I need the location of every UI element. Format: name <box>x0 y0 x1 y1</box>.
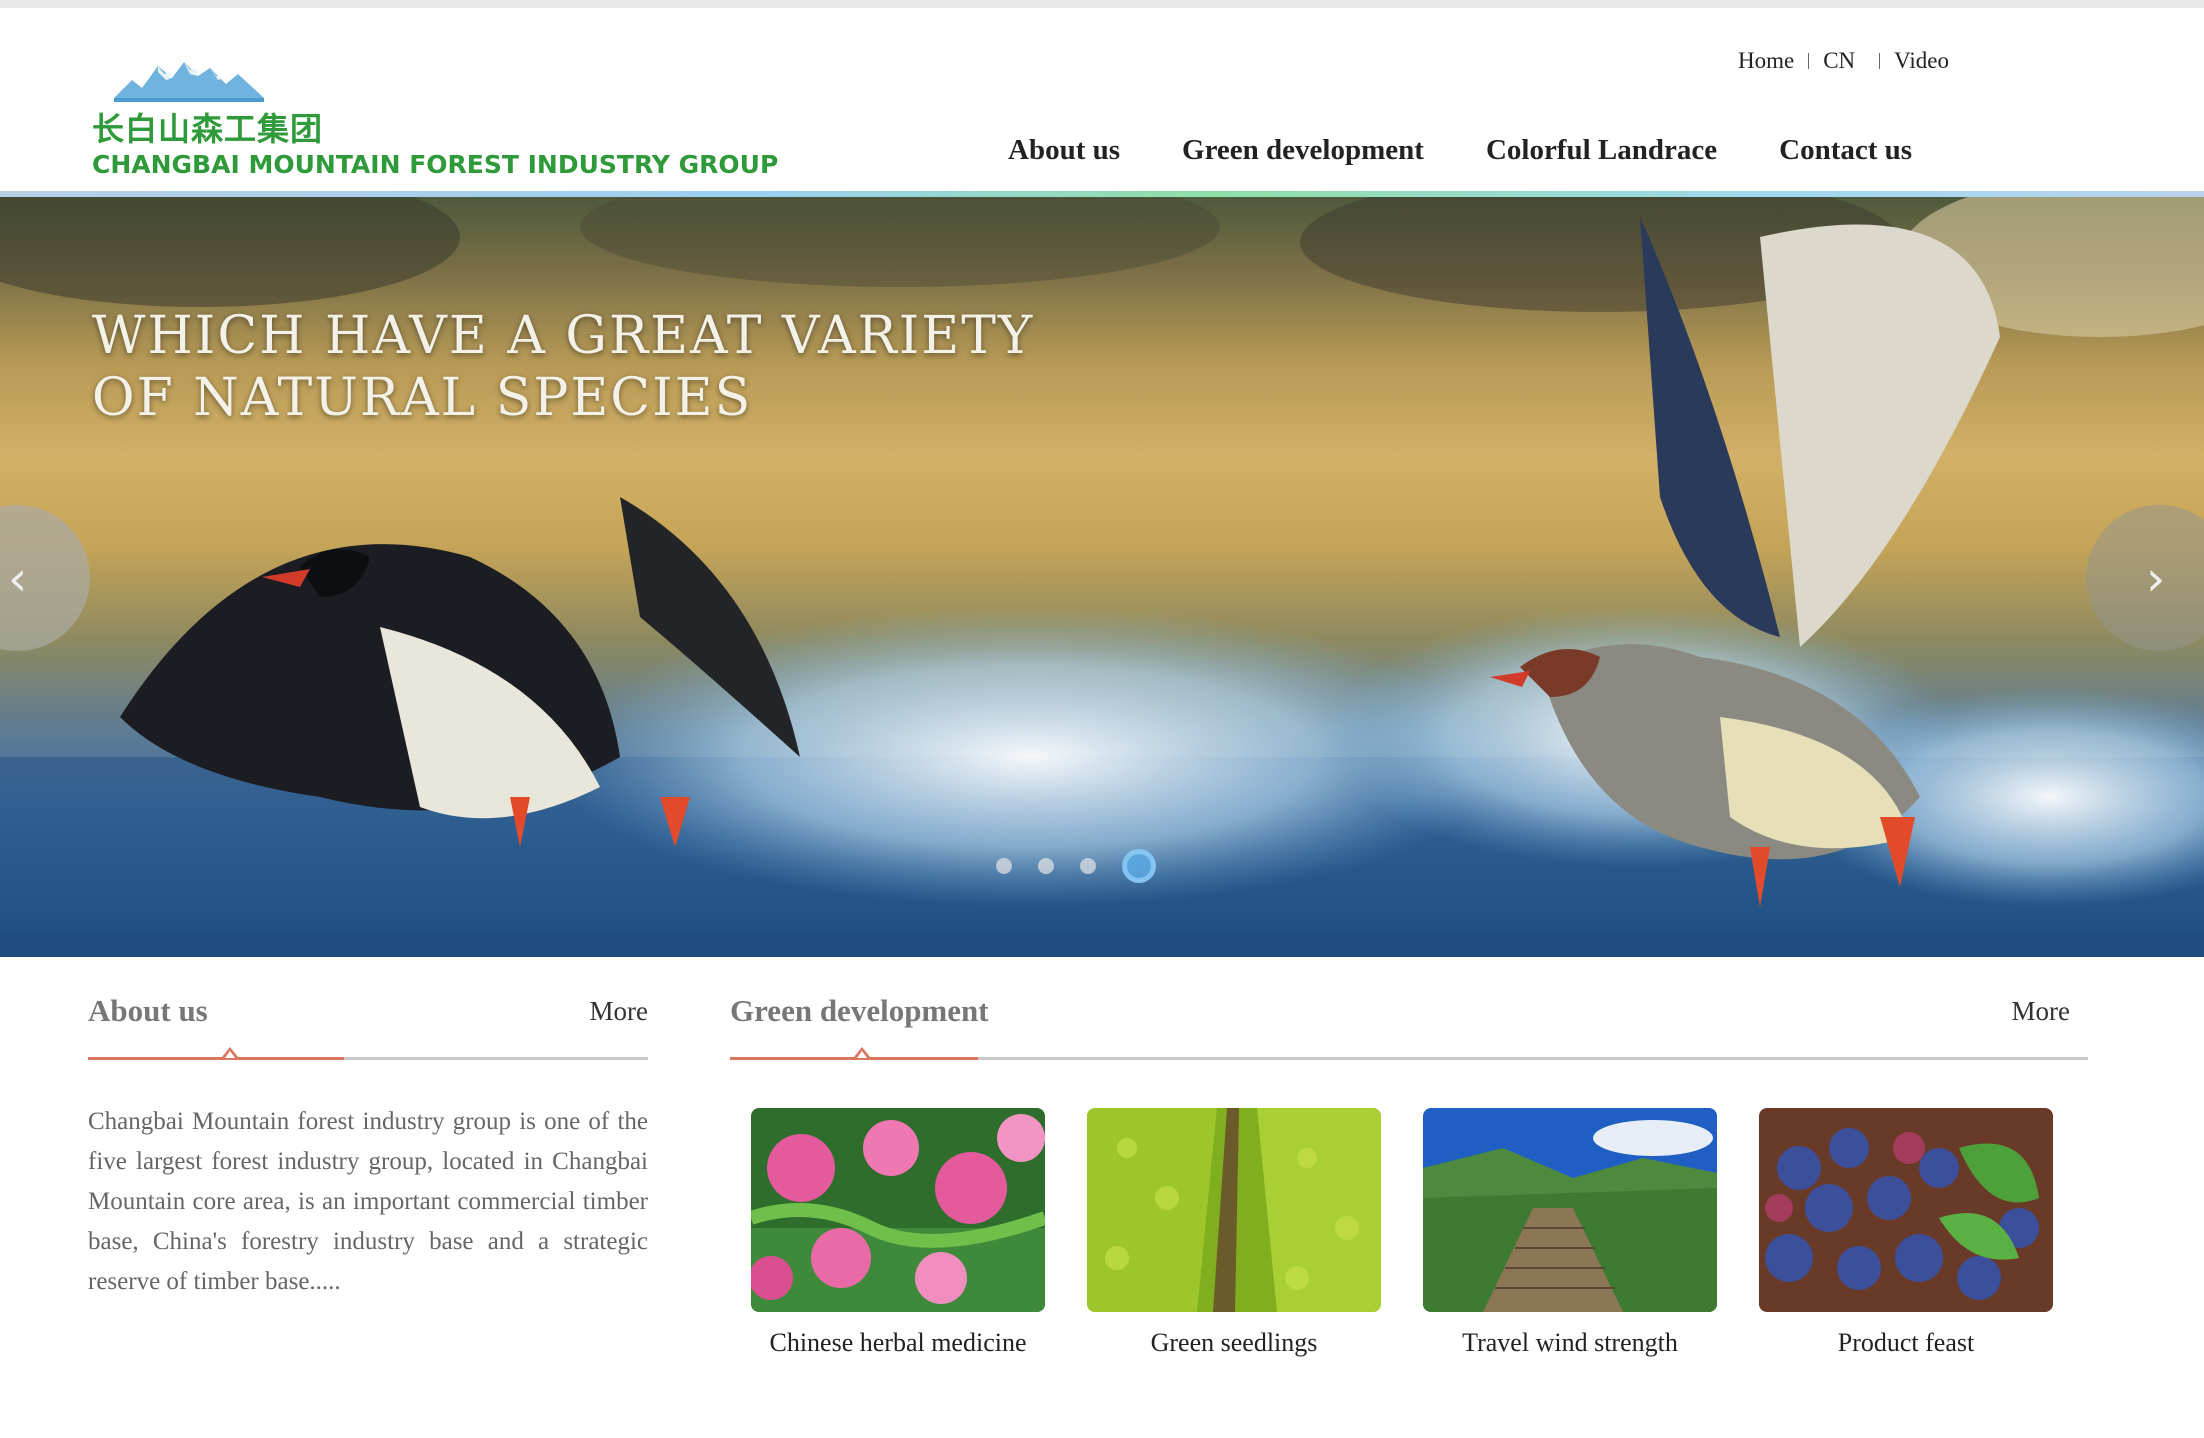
chevron-left-icon: ‹ <box>8 551 28 607</box>
about-title: About us <box>88 993 208 1028</box>
carousel-dot-2[interactable] <box>1038 858 1054 874</box>
logo-chinese-text: 长白山森工集团 <box>92 110 324 148</box>
nav-green-development[interactable]: Green development <box>1182 134 1424 167</box>
card-label: Chinese herbal medicine <box>769 1328 1027 1357</box>
travel-image <box>1423 1108 1717 1312</box>
carousel-dot-4-active[interactable] <box>1122 849 1156 883</box>
card-label: Green seedlings <box>1150 1328 1318 1357</box>
mountain-logo-icon <box>114 62 264 102</box>
cn-link[interactable]: CN <box>1823 48 1855 74</box>
about-more-link[interactable]: More <box>590 996 648 1027</box>
site-logo[interactable]: 长白山森工集团 CHANGBAI MOUNTAIN FOREST INDUSTR… <box>92 58 778 188</box>
divider <box>1808 53 1810 69</box>
main-nav: About us Green development Colorful Land… <box>1008 128 1912 172</box>
green-title: Green development <box>730 993 989 1028</box>
site-header: 长白山森工集团 CHANGBAI MOUNTAIN FOREST INDUSTR… <box>0 8 2204 194</box>
card-product-feast[interactable]: Product feast <box>1759 1108 2053 1358</box>
home-link[interactable]: Home <box>1738 48 1794 74</box>
green-more-link[interactable]: More <box>2012 996 2070 1027</box>
chevron-right-icon: › <box>2146 551 2166 607</box>
card-label: Travel wind strength <box>1462 1328 1678 1357</box>
about-divider <box>88 1047 648 1060</box>
green-section-header: Green development More <box>730 986 2070 1036</box>
caption-line-1: WHICH HAVE A GREAT VARIETY <box>92 306 1035 366</box>
video-link[interactable]: Video <box>1894 48 1949 74</box>
carousel-dot-3[interactable] <box>1080 858 1096 874</box>
top-links: Home CN Video <box>1738 44 1949 78</box>
green-cards: Chinese herbal medicine Green seedlings <box>751 1108 2053 1358</box>
hero-carousel[interactable]: WHICH HAVE A GREAT VARIETY OF NATURAL SP… <box>0 197 2204 957</box>
carousel-dot-1[interactable] <box>996 858 1012 874</box>
card-green-seedlings[interactable]: Green seedlings <box>1087 1108 1381 1358</box>
product-feast-image <box>1759 1108 2053 1312</box>
banner-caption: WHICH HAVE A GREAT VARIETY OF NATURAL SP… <box>92 305 1034 429</box>
nav-colorful-landrace[interactable]: Colorful Landrace <box>1486 134 1717 167</box>
card-label: Product feast <box>1837 1328 1975 1357</box>
card-herbal-medicine[interactable]: Chinese herbal medicine <box>751 1108 1045 1358</box>
top-border <box>0 0 2204 8</box>
green-divider <box>730 1047 2088 1060</box>
about-section-header: About us More <box>88 986 648 1036</box>
about-description: Changbai Mountain forest industry group … <box>88 1108 648 1295</box>
nav-about-us[interactable]: About us <box>1008 134 1120 167</box>
divider <box>1879 53 1881 69</box>
herbal-medicine-image <box>751 1108 1045 1312</box>
nav-contact-us[interactable]: Contact us <box>1779 134 1912 167</box>
card-travel[interactable]: Travel wind strength <box>1423 1108 1717 1358</box>
carousel-dots <box>996 849 1156 883</box>
green-seedlings-image <box>1087 1108 1381 1312</box>
caption-line-2: OF NATURAL SPECIES <box>92 368 753 428</box>
logo-english-text: CHANGBAI MOUNTAIN FOREST INDUSTRY GROUP <box>92 150 779 179</box>
